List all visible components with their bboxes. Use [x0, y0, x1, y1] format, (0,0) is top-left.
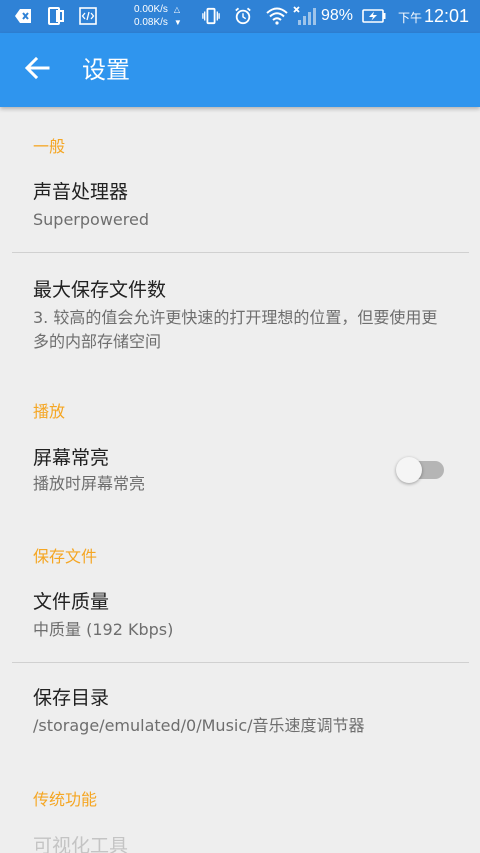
code-icon — [79, 7, 97, 25]
setting-title: 最大保存文件数 — [33, 279, 167, 301]
battery-charging-icon — [362, 7, 386, 25]
notification-icon — [15, 7, 33, 25]
screen-on-toggle[interactable] — [396, 456, 446, 484]
setting-title: 可视化工具 — [33, 835, 129, 853]
back-arrow-icon — [24, 55, 50, 85]
vibrate-icon — [202, 7, 220, 25]
setting-sound-processor[interactable]: 声音处理器 Superpowered — [0, 161, 480, 253]
section-header-save-file: 保存文件 — [33, 547, 98, 566]
clock-period: 下午 — [398, 11, 423, 25]
setting-file-quality[interactable]: 文件质量 中质量 (192 Kbps) — [0, 575, 480, 661]
setting-visualizer[interactable]: 可视化工具 — [0, 819, 480, 853]
setting-summary: 中质量 (192 Kbps) — [33, 620, 174, 639]
clock: 下午 12:01 — [398, 6, 469, 27]
section-header-general: 一般 — [33, 137, 66, 156]
setting-save-directory[interactable]: 保存目录 /storage/emulated/0/Music/音乐速度调节器 — [0, 667, 480, 755]
setting-summary: /storage/emulated/0/Music/音乐速度调节器 — [33, 716, 365, 735]
setting-max-files[interactable]: 最大保存文件数 3. 较高的值会允许更快速的打开理想的位置，但要使用更多的内部存… — [0, 257, 480, 359]
setting-title: 保存目录 — [33, 687, 110, 709]
alarm-icon — [234, 7, 252, 25]
back-button[interactable] — [14, 47, 60, 93]
battery-percent: 98% — [321, 7, 354, 24]
section-header-legacy: 传统功能 — [33, 790, 98, 809]
setting-summary: 3. 较高的值会允许更快速的打开理想的位置，但要使用更多的内部存储空间 — [33, 308, 438, 351]
signal-icon — [292, 6, 316, 25]
network-speed: 0.00K/s △ 0.08K/s ▼ — [134, 4, 182, 28]
net-down-text: 0.08K/s — [134, 17, 168, 28]
wifi-icon — [266, 7, 288, 25]
phone-icon — [47, 7, 65, 25]
setting-summary: 播放时屏幕常亮 — [33, 474, 146, 493]
status-bar: 0.00K/s △ 0.08K/s ▼ 98% 下午 12:01 — [0, 0, 480, 33]
page-title: 设置 — [82, 56, 130, 84]
setting-summary: Superpowered — [33, 210, 149, 229]
setting-title: 屏幕常亮 — [33, 447, 110, 469]
app-bar: 设置 — [0, 33, 480, 107]
setting-title: 声音处理器 — [33, 181, 129, 203]
clock-time: 12:01 — [424, 6, 470, 26]
net-up-text: 0.00K/s — [134, 4, 168, 15]
toggle-thumb — [396, 457, 422, 483]
divider — [12, 252, 469, 253]
setting-title: 文件质量 — [33, 591, 110, 613]
section-header-playback: 播放 — [33, 402, 66, 421]
divider — [12, 662, 469, 663]
